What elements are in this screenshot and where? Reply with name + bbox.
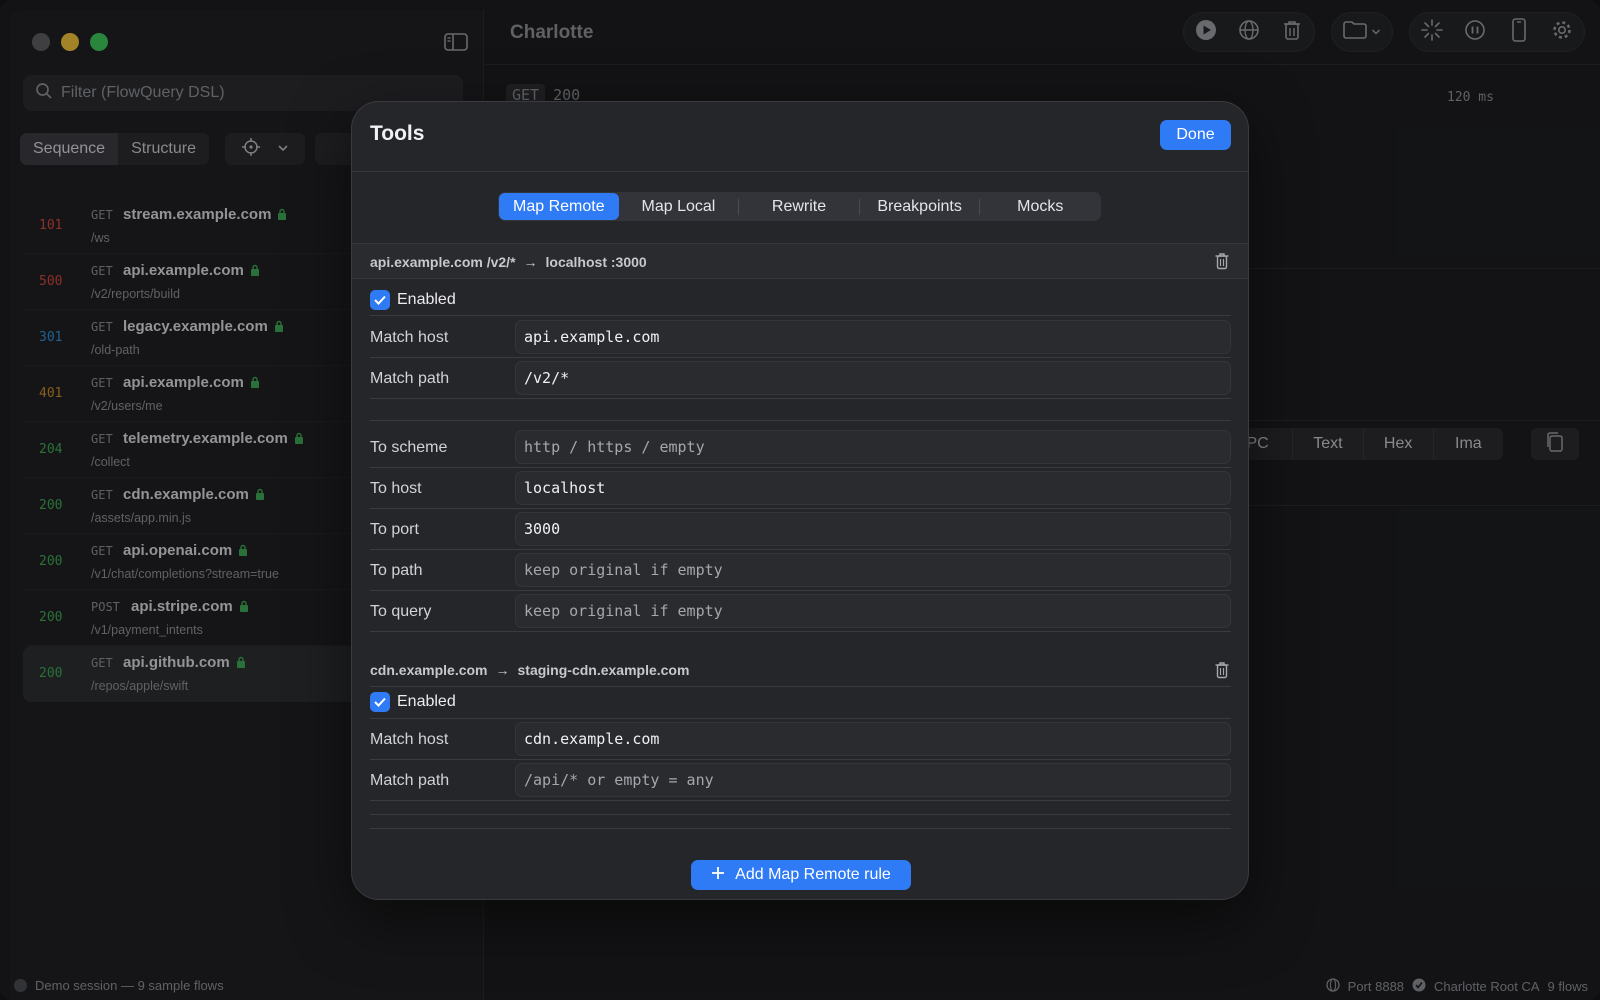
add-rule-button[interactable]: Add Map Remote rule xyxy=(691,860,911,890)
match-host-input[interactable] xyxy=(515,320,1231,354)
add-rule-label: Add Map Remote rule xyxy=(735,866,891,883)
trash-icon xyxy=(1214,662,1230,683)
match-host-row: Match host xyxy=(370,320,1231,356)
to-scheme-row: To scheme xyxy=(370,430,1231,466)
divider xyxy=(370,800,1231,801)
to-query-input[interactable] xyxy=(515,594,1231,628)
to-scheme-label: To scheme xyxy=(370,439,448,456)
tab-mocks[interactable]: Mocks xyxy=(980,193,1100,220)
divider xyxy=(370,508,1231,509)
to-query-label: To query xyxy=(370,603,432,620)
divider xyxy=(370,718,1231,719)
tools-dialog: Tools Done Map Remote Map Local Rewrite … xyxy=(351,101,1249,900)
to-query-row: To query xyxy=(370,594,1231,630)
enabled-toggle[interactable]: Enabled xyxy=(370,289,456,311)
app-window: Sequence Structure 101 GET stream.exampl… xyxy=(0,0,1600,1000)
enabled-toggle[interactable]: Enabled xyxy=(370,691,456,713)
to-path-label: To path xyxy=(370,562,423,579)
done-button[interactable]: Done xyxy=(1160,120,1231,150)
rule-summary: api.example.com /v2/* → localhost :3000 xyxy=(370,254,647,270)
match-host-input[interactable] xyxy=(515,722,1231,756)
match-path-row: Match path xyxy=(370,763,1231,799)
arrow-right-icon: → xyxy=(523,254,538,270)
enabled-label: Enabled xyxy=(397,693,456,710)
divider xyxy=(370,759,1231,760)
trash-icon xyxy=(1214,253,1230,274)
rule-summary: cdn.example.com → staging-cdn.example.com xyxy=(370,662,690,678)
match-host-label: Match host xyxy=(370,329,449,346)
match-path-input[interactable] xyxy=(515,361,1231,395)
divider xyxy=(370,814,1231,815)
divider xyxy=(370,420,1231,421)
divider xyxy=(352,171,1248,172)
to-port-label: To port xyxy=(370,521,419,538)
divider xyxy=(370,315,1231,316)
to-host-input[interactable] xyxy=(515,471,1231,505)
match-path-label: Match path xyxy=(370,772,450,789)
to-port-row: To port xyxy=(370,512,1231,548)
tab-map-local[interactable]: Map Local xyxy=(619,193,739,220)
to-path-row: To path xyxy=(370,553,1231,589)
divider xyxy=(370,828,1231,829)
arrow-right-icon: → xyxy=(495,662,510,678)
divider xyxy=(370,590,1231,591)
tab-breakpoints[interactable]: Breakpoints xyxy=(860,193,980,220)
tab-map-remote[interactable]: Map Remote xyxy=(499,193,619,220)
divider xyxy=(370,357,1231,358)
tool-tabs: Map Remote Map Local Rewrite Breakpoints… xyxy=(498,192,1101,221)
to-scheme-input[interactable] xyxy=(515,430,1231,464)
delete-rule-button[interactable] xyxy=(1214,661,1230,679)
divider xyxy=(370,398,1231,399)
match-host-label: Match host xyxy=(370,731,449,748)
divider xyxy=(370,686,1231,687)
tab-rewrite[interactable]: Rewrite xyxy=(739,193,859,220)
divider xyxy=(370,631,1231,632)
to-host-row: To host xyxy=(370,471,1231,507)
match-path-label: Match path xyxy=(370,370,450,387)
match-path-row: Match path xyxy=(370,361,1231,397)
checkbox[interactable] xyxy=(370,692,390,712)
divider xyxy=(370,467,1231,468)
plus-icon xyxy=(711,866,725,885)
divider xyxy=(370,549,1231,550)
to-host-label: To host xyxy=(370,480,422,497)
enabled-label: Enabled xyxy=(397,291,456,308)
checkbox[interactable] xyxy=(370,290,390,310)
to-port-input[interactable] xyxy=(515,512,1231,546)
match-host-row: Match host xyxy=(370,722,1231,758)
dialog-title: Tools xyxy=(370,122,425,145)
match-path-input[interactable] xyxy=(515,763,1231,797)
delete-rule-button[interactable] xyxy=(1214,252,1230,270)
to-path-input[interactable] xyxy=(515,553,1231,587)
